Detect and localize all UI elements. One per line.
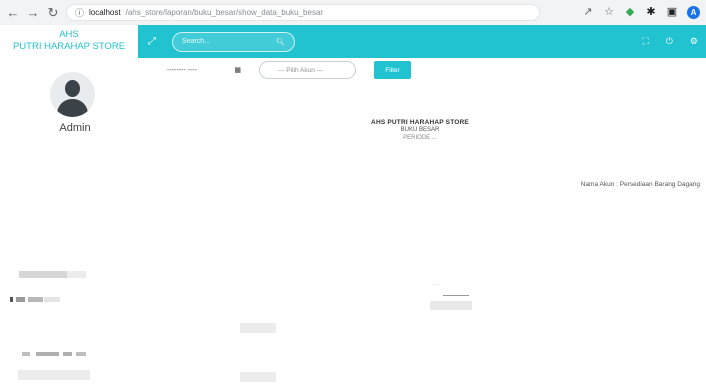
account-name-line: Nama Akun : Persediaan Barang Dagang xyxy=(580,181,700,188)
info-icon[interactable]: ⓘ xyxy=(75,6,84,19)
avatar-torso xyxy=(57,99,88,117)
brand-logo[interactable]: AHS PUTRI HARAHAP STORE xyxy=(0,25,138,64)
fullscreen-icon[interactable]: ⛶ xyxy=(642,37,648,46)
faded-block xyxy=(19,271,67,278)
faded-text: .... xyxy=(432,281,439,287)
profile-avatar[interactable]: A xyxy=(687,6,700,19)
sidepanel-icon[interactable]: ▣ xyxy=(666,7,678,18)
faded-block xyxy=(44,297,60,302)
date-value: -------- ---- xyxy=(167,66,197,74)
search-box[interactable]: 🔍︎ xyxy=(172,31,295,52)
url-host: localhost xyxy=(89,8,121,17)
back-icon[interactable]: ← xyxy=(6,6,20,19)
faded-block xyxy=(240,323,276,333)
reload-icon[interactable]: ↻ xyxy=(46,6,60,19)
forward-icon[interactable]: → xyxy=(26,6,40,19)
faded-block xyxy=(18,370,90,380)
user-name: Admin xyxy=(59,122,91,134)
brand-line1: AHS xyxy=(59,29,79,40)
report-title: AHS PUTRI HARAHAP STORE xyxy=(371,119,469,126)
faded-block xyxy=(430,301,472,310)
address-bar[interactable]: ⓘ localhost/ahs_store/laporan/buku_besar… xyxy=(66,4,540,21)
calendar-icon[interactable]: ▦ xyxy=(234,66,241,74)
faded-block xyxy=(16,297,25,302)
report-period: PERIODE ... xyxy=(403,135,437,141)
faded-block xyxy=(28,297,43,302)
filter-button[interactable]: Filter xyxy=(374,61,411,79)
faded-block xyxy=(22,352,30,356)
sidebar-toggle-icon[interactable]: ⤢ xyxy=(138,36,166,47)
faded-block xyxy=(76,352,86,356)
search-input[interactable] xyxy=(182,38,262,45)
browser-toolbar: ← → ↻ ⓘ localhost/ahs_store/laporan/buku… xyxy=(0,0,706,25)
power-icon[interactable]: ⏻ xyxy=(666,37,673,46)
search-icon[interactable]: 🔍︎ xyxy=(276,38,285,46)
filter-form: -------- ---- ▦ --- Pilih Akun --- Filte… xyxy=(138,58,706,86)
faded-dot xyxy=(10,297,13,302)
faded-block xyxy=(67,271,86,278)
faded-block xyxy=(240,372,276,382)
user-avatar xyxy=(50,72,95,117)
extension-icon[interactable]: ◆ xyxy=(624,7,636,18)
top-navbar: ⤢ 🔍︎ ⛶ ⏻ ⚙ xyxy=(138,25,706,58)
puzzle-icon[interactable]: ✱ xyxy=(645,7,657,18)
url-path: /ahs_store/laporan/buku_besar/show_data_… xyxy=(125,8,324,17)
faded-block xyxy=(36,352,59,356)
akun-select[interactable]: --- Pilih Akun --- xyxy=(259,61,356,79)
star-icon[interactable]: ☆ xyxy=(603,7,615,18)
share-icon[interactable]: ↗ xyxy=(582,7,594,18)
avatar-head xyxy=(65,80,80,97)
faded-rule xyxy=(443,295,469,296)
date-input[interactable]: -------- ---- ▦ xyxy=(167,63,241,77)
brand-line2: PUTRI HARAHAP STORE xyxy=(12,41,126,52)
faded-block xyxy=(63,352,72,356)
settings-gear-icon[interactable]: ⚙ xyxy=(690,37,698,46)
report-subtitle: BUKU BESAR xyxy=(400,127,440,133)
